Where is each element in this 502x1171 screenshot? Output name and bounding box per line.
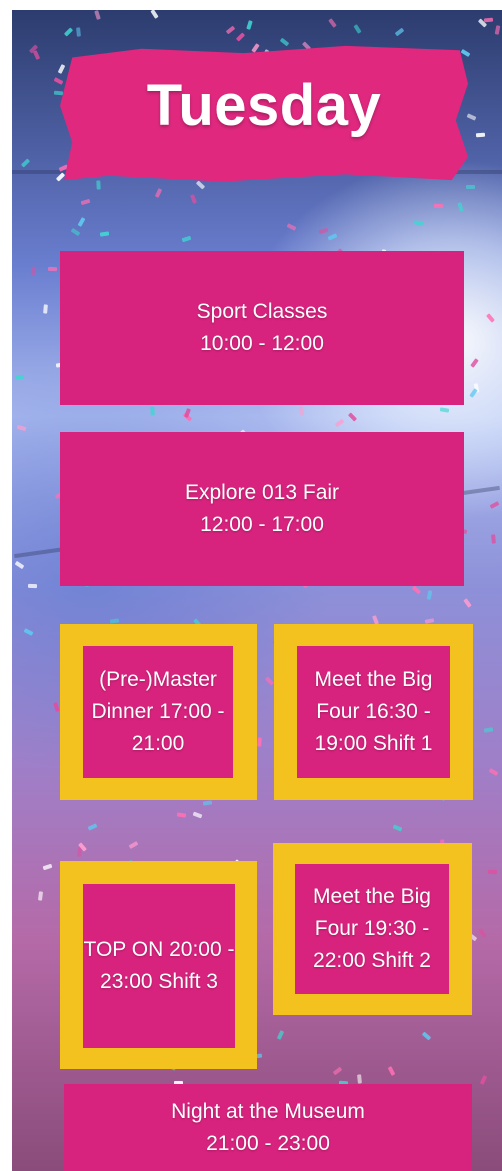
event-start: 20:00	[169, 938, 222, 961]
event-name: Explore 013 Fair	[184, 481, 340, 504]
event-time: 21:00 - 23:00	[206, 1131, 330, 1155]
confetti-piece	[14, 374, 24, 380]
event-name: Meet the Big	[314, 668, 433, 691]
confetti-piece	[27, 583, 37, 588]
confetti-piece	[96, 180, 101, 190]
event-night-museum: Night at the Museum 21:00 - 23:00	[64, 1084, 472, 1171]
event-name: (Pre-)Master	[99, 668, 217, 691]
confetti-piece	[475, 132, 486, 137]
event-top-on: TOP ON 20:00 - 23:00 Shift 3	[83, 884, 235, 1048]
confetti-piece	[150, 406, 155, 416]
confetti-piece	[177, 812, 187, 818]
event-master-dinner: (Pre-)Master Dinner 17:00 - 21:00	[83, 646, 233, 778]
confetti-piece	[483, 17, 494, 23]
event-explore-fair: Explore 013 Fair 12:00 - 17:00	[60, 432, 464, 586]
confetti-piece	[465, 185, 475, 190]
event-name: Night at the Museum	[171, 1099, 365, 1123]
event-shift: Shift 2	[371, 949, 431, 972]
event-big-four-shift1: Meet the Big Four 16:30 - 19:00 Shift 1	[297, 646, 450, 778]
event-shift: Shift 3	[158, 970, 218, 993]
event-name: Sport Classes	[196, 300, 328, 323]
event-name: Meet the Big	[313, 885, 431, 908]
event-sport-classes: Sport Classes 10:00 - 12:00	[60, 251, 464, 405]
confetti-piece	[75, 26, 81, 37]
event-end: 23:00	[100, 970, 153, 993]
event-name: Dinner	[91, 700, 154, 723]
confetti-piece	[256, 736, 262, 747]
event-name: Four	[316, 700, 360, 723]
confetti-piece	[487, 869, 498, 875]
confetti-piece	[356, 1074, 362, 1084]
confetti-piece	[48, 266, 58, 272]
event-time: 12:00 - 17:00	[200, 513, 324, 536]
day-title: Tuesday	[146, 73, 382, 138]
confetti-piece	[433, 204, 443, 209]
event-name: Four	[314, 917, 358, 940]
schedule-poster: Tuesday Sport Classes 10:00 - 12:00 Expl…	[0, 0, 502, 1171]
event-big-four-shift2: Meet the Big Four 19:30 - 22:00 Shift 2	[295, 864, 449, 994]
event-dash: -	[227, 938, 235, 961]
event-name: TOP ON	[83, 938, 164, 961]
event-shift: Shift 1	[372, 732, 433, 755]
event-time: 10:00 - 12:00	[200, 332, 324, 355]
